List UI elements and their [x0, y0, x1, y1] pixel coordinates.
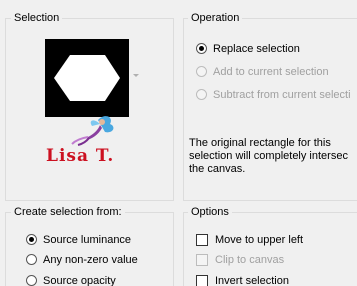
radio-indicator[interactable]: [196, 89, 207, 100]
checkbox-invert-selection[interactable]: Invert selection: [196, 273, 289, 286]
create-from-group-title: Create selection from:: [11, 206, 125, 219]
checkbox-label: Clip to canvas: [215, 253, 285, 266]
radio-label: Subtract from current selecti: [213, 88, 351, 101]
radio-source-opacity[interactable]: Source opacity: [26, 273, 116, 286]
checkbox-move-to-upper-left[interactable]: Move to upper left: [196, 232, 303, 247]
checkbox-label: Invert selection: [215, 274, 289, 286]
hexagon-shape-icon: [54, 55, 120, 101]
radio-label: Source luminance: [43, 233, 132, 246]
info-line: The original rectangle for this: [189, 137, 331, 149]
create-selection-dialog: Selection Lisa T. Operation Replace sele…: [0, 0, 357, 286]
options-group-title: Options: [188, 206, 232, 219]
radio-indicator[interactable]: [196, 66, 207, 77]
watermark-text: Lisa T.: [46, 146, 115, 166]
info-line: the canvas.: [189, 163, 246, 175]
checkbox-label: Move to upper left: [215, 233, 304, 246]
watermark-logo: Lisa T.: [42, 114, 122, 170]
radio-indicator[interactable]: [26, 234, 37, 245]
info-line: selection will completely intersec: [189, 150, 348, 162]
radio-any-non-zero-value[interactable]: Any non-zero value: [26, 252, 138, 267]
selection-preview[interactable]: [45, 39, 129, 117]
selection-group-title: Selection: [11, 12, 63, 25]
radio-add-to-selection[interactable]: Add to current selection: [196, 64, 329, 79]
radio-label: Replace selection: [213, 42, 300, 55]
operation-info-text: The original rectangle for this selectio…: [189, 137, 357, 176]
radio-source-luminance[interactable]: Source luminance: [26, 232, 131, 247]
radio-subtract-from-selection[interactable]: Subtract from current selecti: [196, 87, 351, 102]
checkbox-indicator[interactable]: [196, 274, 208, 286]
checkbox-clip-to-canvas[interactable]: Clip to canvas: [196, 252, 284, 267]
operation-group-title: Operation: [188, 12, 243, 25]
radio-label: Add to current selection: [213, 65, 329, 78]
checkbox-indicator[interactable]: [196, 253, 208, 266]
radio-replace-selection[interactable]: Replace selection: [196, 41, 300, 56]
preview-dropdown-arrow-icon[interactable]: [133, 74, 139, 77]
radio-indicator[interactable]: [26, 254, 37, 265]
radio-indicator[interactable]: [26, 275, 37, 286]
checkbox-indicator[interactable]: [196, 233, 208, 246]
radio-label: Any non-zero value: [43, 253, 138, 266]
radio-indicator[interactable]: [196, 43, 207, 54]
radio-label: Source opacity: [43, 274, 116, 286]
